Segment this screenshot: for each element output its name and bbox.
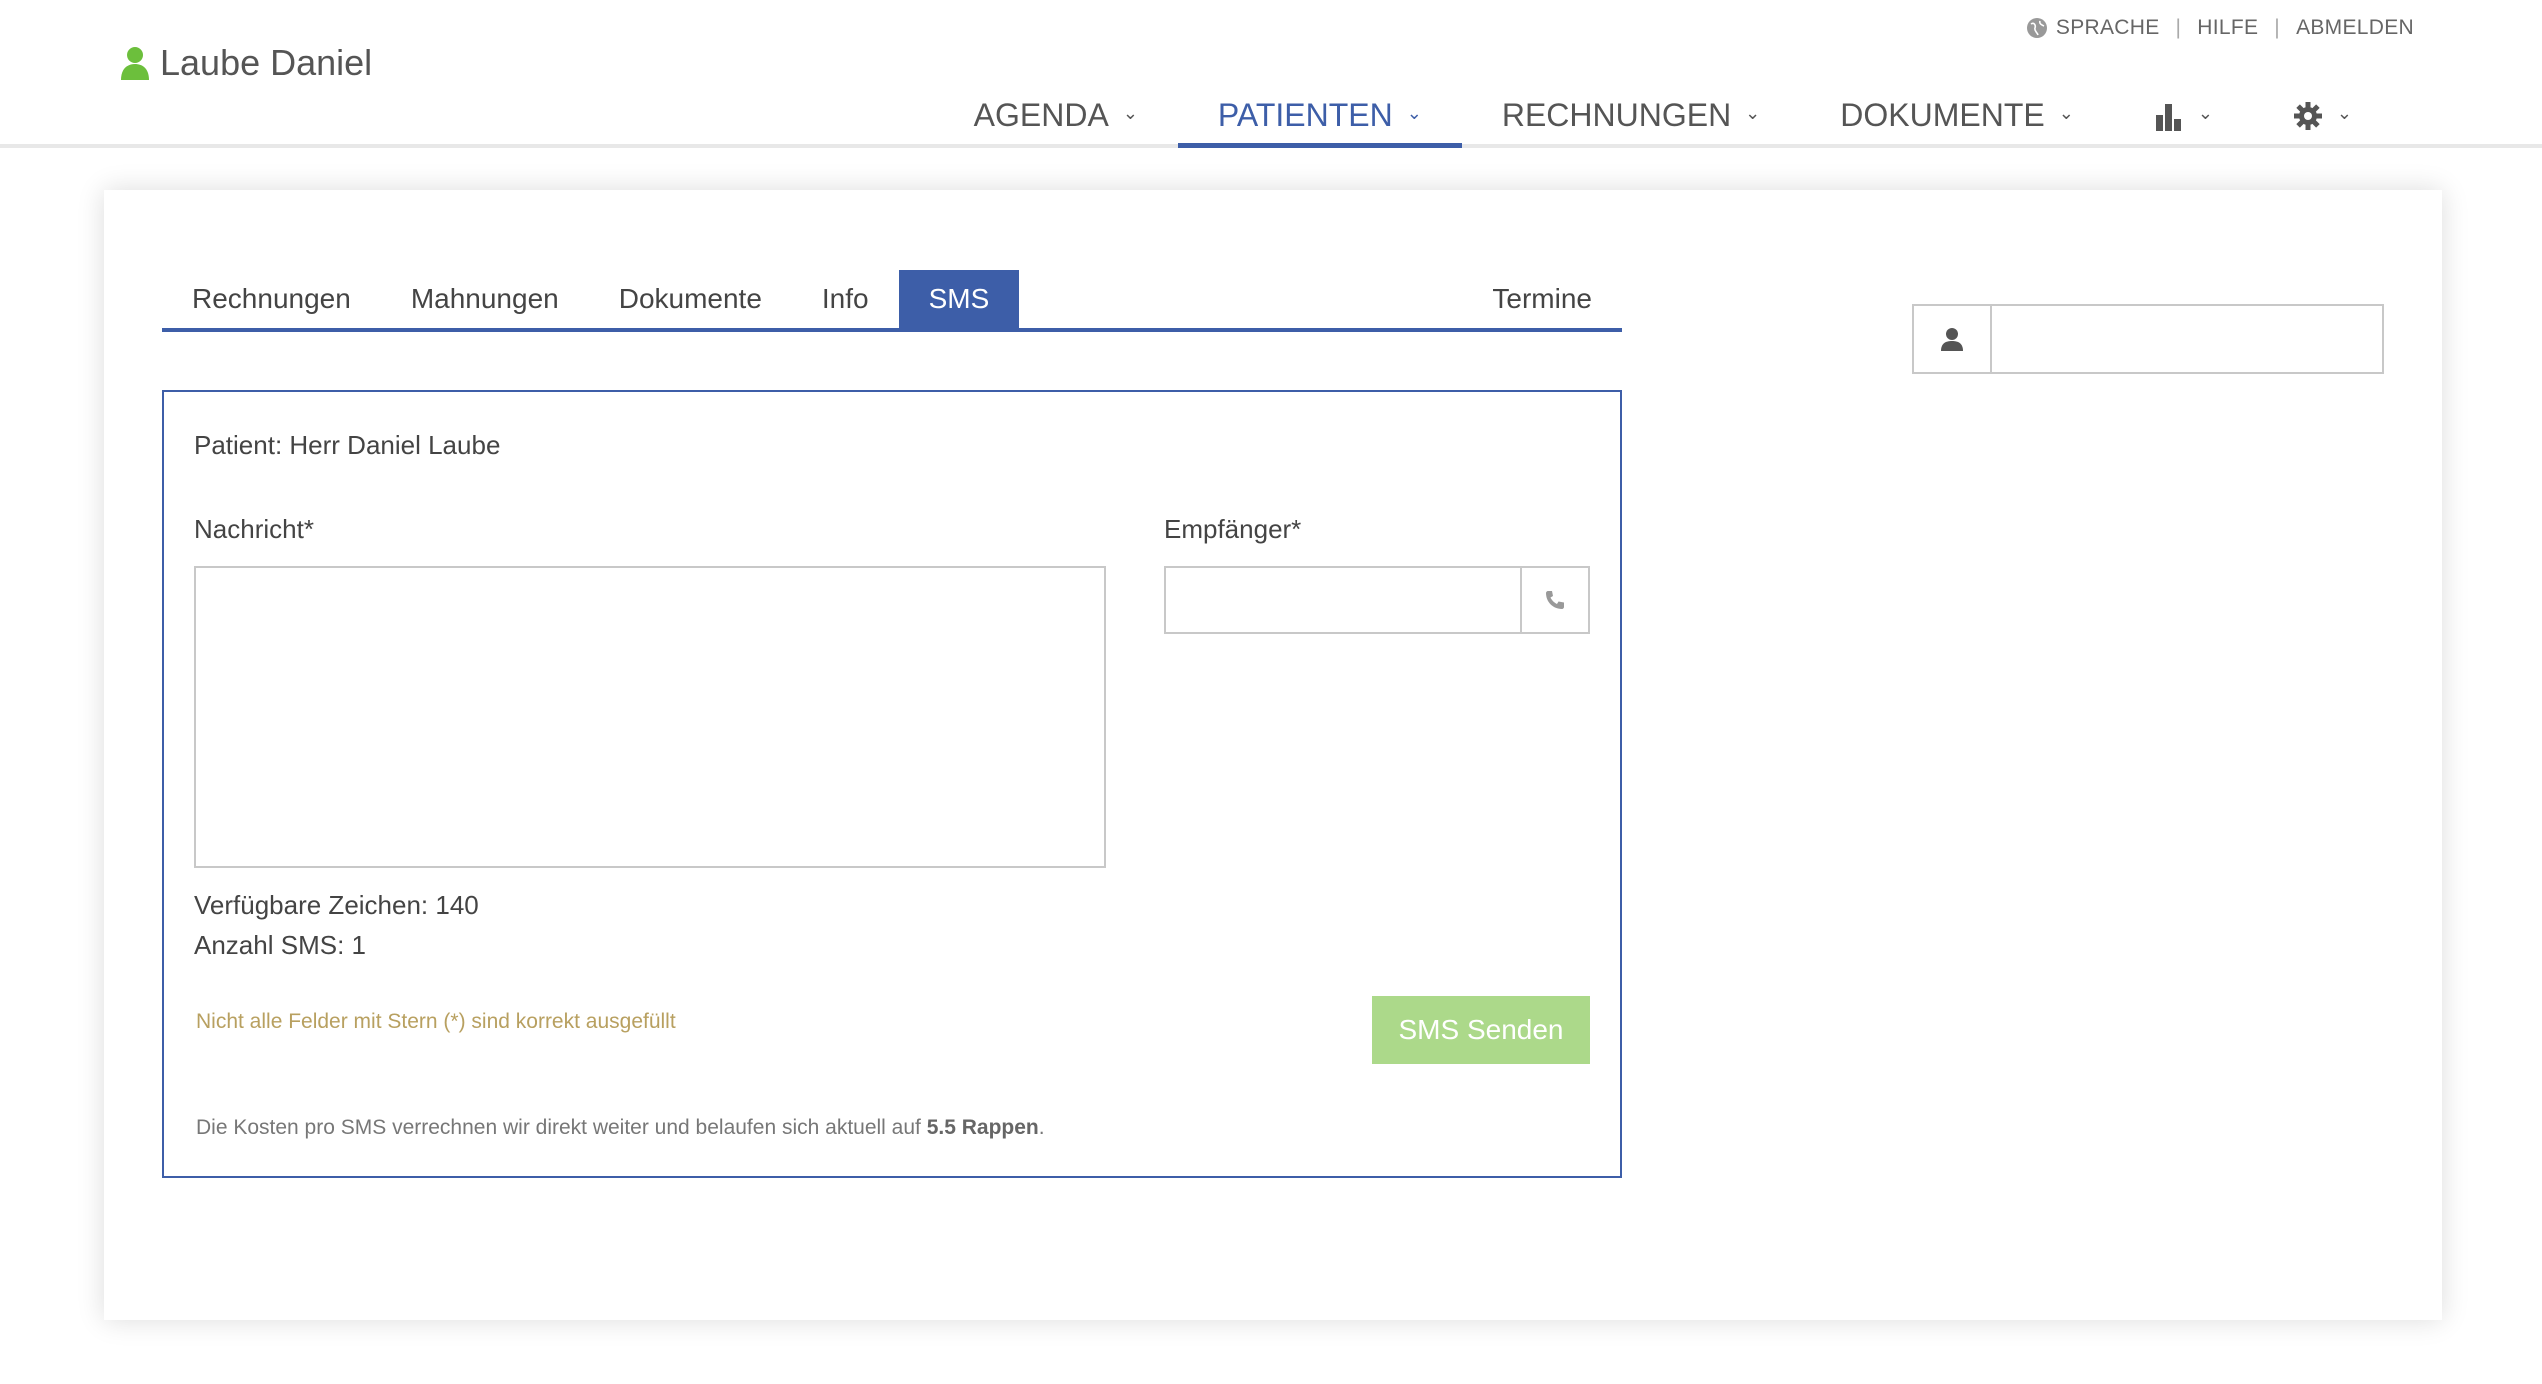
tab-info[interactable]: Info (792, 270, 899, 328)
nav-dokumente[interactable]: DOKUMENTE ⌄ (1800, 70, 2114, 148)
tab-mahnungen[interactable]: Mahnungen (381, 270, 589, 328)
available-chars: Verfügbare Zeichen: 140 (194, 890, 479, 920)
nav-agenda[interactable]: AGENDA ⌄ (934, 70, 1178, 148)
chevron-down-icon: ⌄ (1122, 103, 1138, 123)
gear-icon (2293, 101, 2323, 131)
recipient-group (1164, 566, 1590, 634)
language-link[interactable]: SPRACHE (2026, 16, 2160, 40)
patient-search-input[interactable] (1992, 306, 2382, 372)
current-user[interactable]: Laube Daniel (120, 42, 372, 84)
chevron-down-icon: ⌄ (2336, 103, 2352, 123)
nav-rechnungen[interactable]: RECHNUNGEN ⌄ (1462, 70, 1800, 148)
tab-sms[interactable]: SMS (898, 270, 1020, 328)
chevron-down-icon: ⌄ (2058, 103, 2074, 123)
main-nav: AGENDA ⌄ PATIENTEN ⌄ RECHNUNGEN ⌄ DOKUME… (934, 70, 2392, 148)
recipient-label: Empfänger* (1164, 514, 1302, 544)
person-icon (1914, 306, 1992, 372)
user-icon (120, 46, 150, 80)
send-sms-button[interactable]: SMS Senden (1372, 996, 1590, 1064)
chevron-down-icon: ⌄ (1745, 103, 1761, 123)
message-textarea[interactable] (194, 566, 1106, 868)
logout-link[interactable]: ABMELDEN (2296, 16, 2414, 40)
separator: | (2175, 16, 2182, 39)
nav-settings[interactable]: ⌄ (2253, 70, 2392, 148)
help-link[interactable]: HILFE (2197, 16, 2258, 40)
content-card: Rechnungen Mahnungen Dokumente Info SMS … (104, 190, 2442, 1320)
patient-line: Patient: Herr Daniel Laube (194, 430, 501, 460)
patient-search (1912, 304, 2384, 374)
globe-icon (2026, 17, 2048, 39)
message-label: Nachricht* (194, 514, 314, 544)
tab-rechnungen[interactable]: Rechnungen (162, 270, 381, 328)
phone-icon[interactable] (1520, 568, 1588, 632)
chevron-down-icon: ⌄ (1406, 103, 1422, 123)
bar-chart-icon (2154, 101, 2184, 131)
sms-panel: Patient: Herr Daniel Laube Nachricht* Em… (162, 390, 1622, 1178)
nav-patienten[interactable]: PATIENTEN ⌄ (1177, 70, 1462, 148)
top-links: SPRACHE | HILFE | ABMELDEN (2026, 16, 2414, 40)
cost-footnote: Die Kosten pro SMS verrechnen wir direkt… (196, 1116, 1045, 1139)
recipient-input[interactable] (1166, 568, 1520, 632)
cost-amount: 5.5 Rappen (926, 1116, 1039, 1139)
nav-statistics[interactable]: ⌄ (2114, 70, 2253, 148)
app-header: Laube Daniel SPRACHE | HILFE | ABMELDEN … (0, 0, 2542, 148)
chevron-down-icon: ⌄ (2197, 103, 2213, 123)
validation-warning: Nicht alle Felder mit Stern (*) sind kor… (196, 1010, 676, 1033)
separator: | (2274, 16, 2281, 39)
sms-count: Anzahl SMS: 1 (194, 930, 366, 960)
tab-dokumente[interactable]: Dokumente (589, 270, 792, 328)
user-name-label: Laube Daniel (160, 42, 373, 83)
patient-tabs: Rechnungen Mahnungen Dokumente Info SMS … (162, 270, 1622, 332)
tab-termine[interactable]: Termine (1462, 270, 1622, 328)
